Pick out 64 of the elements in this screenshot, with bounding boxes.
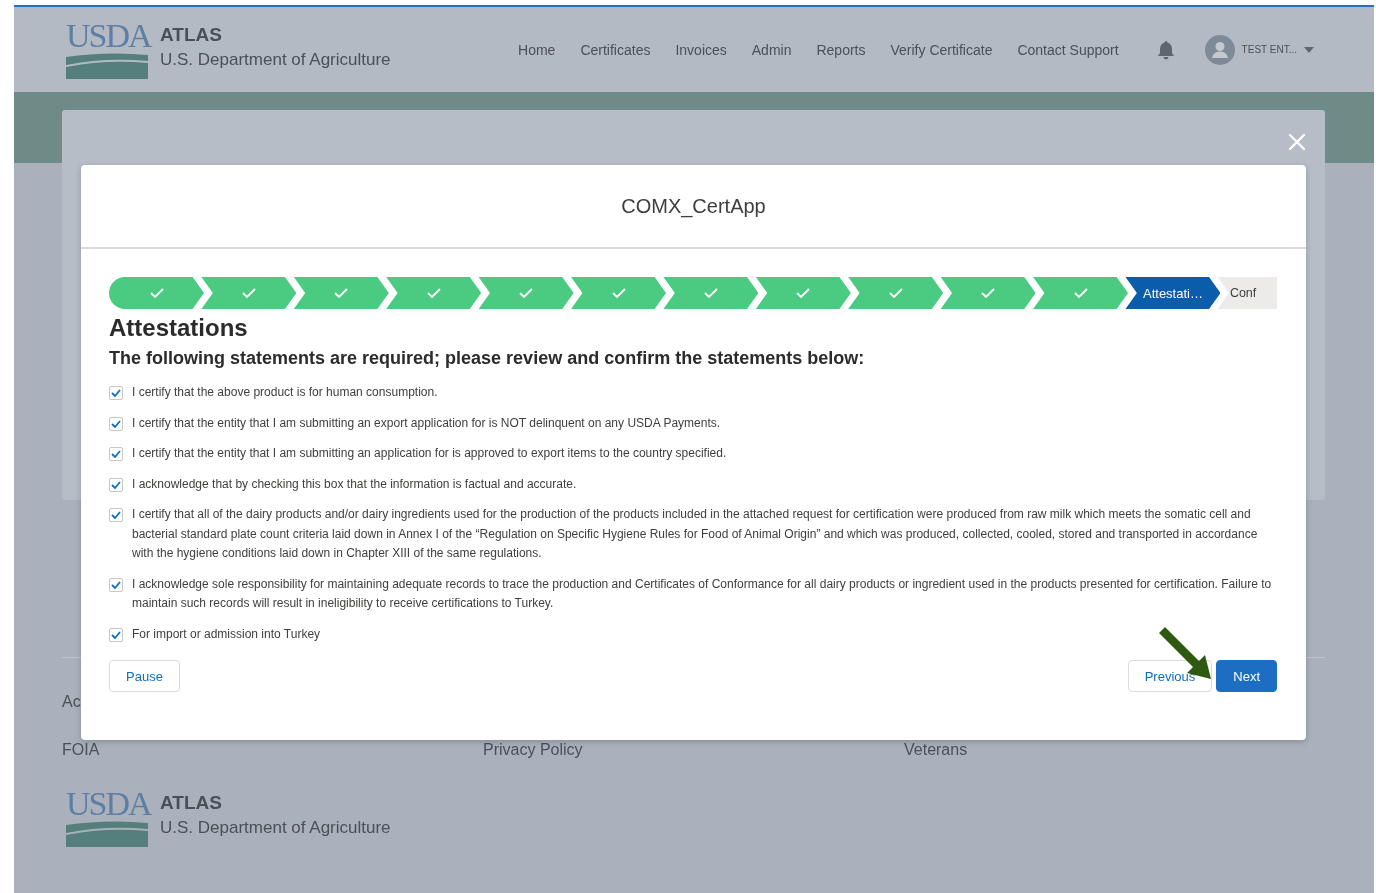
- statement-text: I acknowledge sole responsibility for maintaining adequate records to trace the production and Certificates of Conformance for all dairy products or ingredient used in the products presented for certification. Failure to maintain such records will result in ineligibility to receive certifications to Turkey.: [132, 575, 1273, 612]
- path-step[interactable]: [109, 277, 204, 309]
- path-step[interactable]: [1033, 277, 1129, 309]
- path-step[interactable]: [940, 277, 1036, 309]
- path-step[interactable]: [571, 277, 667, 309]
- nav-link[interactable]: Contact Support: [1017, 41, 1119, 58]
- check-icon: [519, 288, 534, 298]
- avatar-icon[interactable]: [1204, 34, 1235, 65]
- checkbox[interactable]: [109, 477, 123, 492]
- nav-link[interactable]: Invoices: [675, 41, 727, 58]
- department-name: U.S. Department of Agriculture: [160, 817, 391, 839]
- statement-text: I acknowledge that by checking this box that the information is factual and accurate.: [132, 475, 577, 493]
- check-icon: [611, 288, 626, 298]
- user-name[interactable]: TEST ENT...: [1241, 44, 1297, 55]
- app-name: ATLAS: [160, 22, 223, 47]
- section-heading: Attestations: [109, 313, 249, 343]
- next-button[interactable]: Next: [1216, 660, 1277, 692]
- check-icon: [426, 288, 441, 298]
- path-step[interactable]: [386, 277, 482, 309]
- statement-text: I certify that the above product is for human consumption.: [132, 384, 438, 401]
- path-step[interactable]: [478, 277, 574, 309]
- path-step[interactable]: [201, 277, 297, 309]
- nav-link[interactable]: Verify Certificate: [890, 41, 993, 58]
- check-icon: [981, 288, 996, 298]
- nav-link[interactable]: Admin: [751, 41, 792, 58]
- modal-title: COMX_CertApp: [621, 194, 766, 218]
- nav-link[interactable]: Reports: [816, 41, 866, 58]
- footer-link[interactable]: Privacy Policy: [483, 741, 904, 761]
- check-icon: [241, 288, 256, 298]
- caret-icon[interactable]: [1304, 46, 1314, 53]
- pause-button[interactable]: Pause: [109, 660, 180, 692]
- bell-icon[interactable]: [1156, 39, 1175, 60]
- field-swoosh-icon: [66, 52, 148, 79]
- check-icon: [334, 288, 349, 298]
- check-icon: [1073, 288, 1088, 298]
- statement-text: I certify that the entity that I am submitting an export application for is NOT delinquent on any USDA Payments.: [132, 414, 721, 432]
- nav-link[interactable]: Certificates: [580, 41, 651, 58]
- path-step[interactable]: [848, 277, 944, 309]
- instruction-text: The following statements are required; please review and confirm the statements below:: [109, 348, 866, 369]
- field-swoosh-icon: [66, 821, 148, 847]
- checkbox[interactable]: [109, 386, 123, 400]
- check-icon: [703, 288, 718, 298]
- path-step[interactable]: [663, 277, 759, 309]
- checkbox[interactable]: [109, 416, 123, 431]
- statement-text: For import or admission into Turkey: [132, 625, 321, 643]
- statement-text: I certify that the entity that I am submitting an application for is approved to export items to the country specified.: [132, 445, 727, 462]
- check-icon: [888, 288, 903, 298]
- check-icon: [149, 288, 164, 298]
- footer-link[interactable]: Veterans: [904, 741, 1325, 761]
- department-name: U.S. Department of Agriculture: [160, 48, 391, 71]
- path-step[interactable]: Attestati…: [1125, 277, 1221, 309]
- checkbox[interactable]: [109, 627, 123, 642]
- checkbox[interactable]: [109, 447, 123, 461]
- check-icon: [796, 288, 811, 298]
- checkbox[interactable]: [109, 577, 123, 592]
- nav-link[interactable]: Home: [518, 41, 556, 58]
- checkbox[interactable]: [109, 508, 123, 522]
- path-step[interactable]: [293, 277, 389, 309]
- app-name: ATLAS: [160, 791, 223, 815]
- path-step[interactable]: [755, 277, 851, 309]
- close-icon[interactable]: [1288, 133, 1306, 151]
- footer-link[interactable]: FOIA: [62, 741, 483, 761]
- path-step[interactable]: Conf: [1217, 277, 1277, 309]
- statement-text: I certify that all of the dairy products and/or dairy ingredients used for the production of the products included in the attached request for certification were produced from raw milk which meets the somatic cell and bacterial standard plate count criteria laid down in Annex I of the “Regulation on Specific Hygiene Rules for Food of Animal Origin” and which was produced, collected, cooled, stored and transported in accordance with the hygiene conditions laid down in Chapter XIII of the same regulations.: [132, 506, 1259, 562]
